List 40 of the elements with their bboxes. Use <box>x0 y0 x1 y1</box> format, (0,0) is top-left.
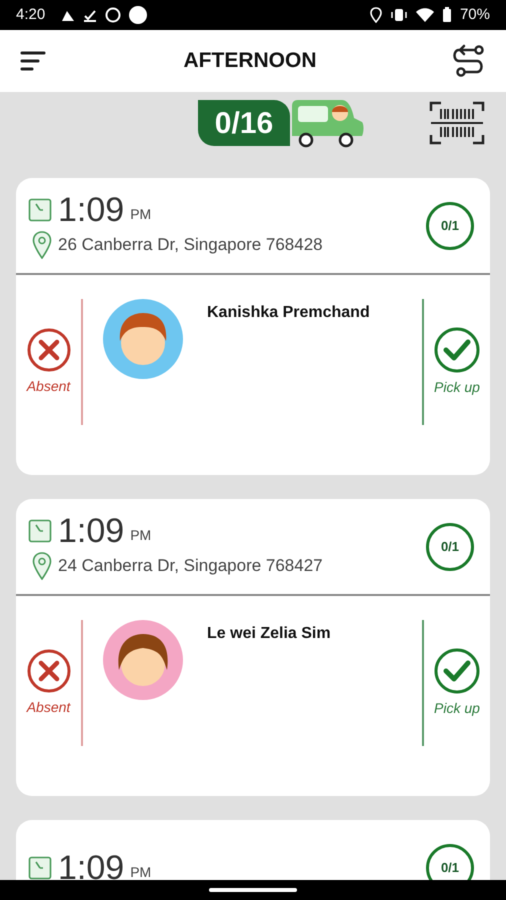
absent-button[interactable]: Absent <box>16 299 83 425</box>
location-pin-icon <box>32 230 52 258</box>
stop-address: 24 Canberra Dr, Singapore 768427 <box>58 554 323 577</box>
progress-flag: 0/16 <box>198 100 290 146</box>
stop-count: 0/1 <box>426 522 474 570</box>
absent-button[interactable]: Absent <box>16 620 83 746</box>
wifi-icon <box>416 8 434 22</box>
barcode-scan-button[interactable] <box>428 100 486 146</box>
time-period: PM <box>130 862 152 880</box>
stop-time: 1:09 <box>58 192 124 226</box>
stop-time: 1:09 <box>58 850 124 880</box>
time-period: PM <box>130 526 152 544</box>
student-name: Kanishka Premchand <box>207 303 370 323</box>
screen-title: AFTERNOON <box>182 48 318 74</box>
student-name: Le wei Zelia Sim <box>207 624 331 644</box>
clock-icon <box>28 856 52 880</box>
check-circle-icon <box>434 648 480 694</box>
pickup-button[interactable]: Pick up <box>422 299 490 425</box>
menu-icon <box>20 50 46 72</box>
dot-icon <box>129 6 148 24</box>
clock-icon <box>28 198 52 222</box>
battery-level: 70% <box>460 4 490 25</box>
van-icon <box>290 98 366 148</box>
check-circle-icon <box>434 326 480 372</box>
status-time: 4:20 <box>16 4 46 25</box>
stop-address: 26 Canberra Dr, Singapore 768428 <box>58 234 323 256</box>
download-done-icon <box>83 8 98 22</box>
close-circle-icon <box>26 648 70 692</box>
close-circle-icon <box>26 328 70 372</box>
vibrate-icon <box>390 8 408 22</box>
pickup-button[interactable]: Pick up <box>422 620 490 746</box>
stop-time: 1:09 <box>58 514 124 548</box>
location-icon <box>370 7 382 23</box>
barcode-scan-icon <box>429 101 485 145</box>
battery-icon <box>442 7 452 23</box>
location-pin-icon <box>32 552 52 580</box>
time-period: PM <box>130 204 152 224</box>
clock-icon <box>28 518 52 542</box>
stop-count: 0/1 <box>426 202 474 250</box>
route-icon <box>451 44 485 78</box>
